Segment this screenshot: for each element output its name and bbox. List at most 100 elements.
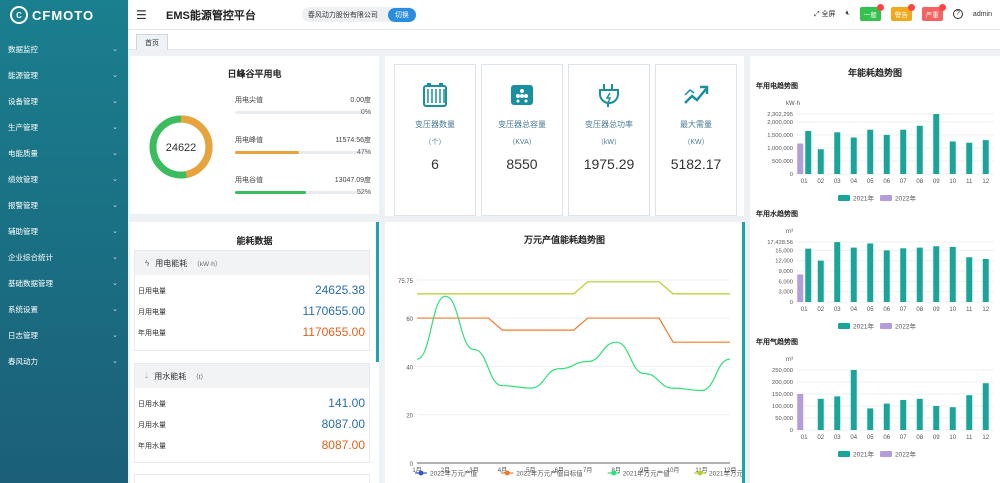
- stat-name: 变压器数量: [415, 120, 455, 129]
- y-tick-label: 12,000: [775, 259, 793, 265]
- bar-2021: [867, 243, 874, 302]
- sidebar-item[interactable]: 辅助管理 ⌄: [0, 218, 128, 244]
- sidebar-item[interactable]: 设备管理 ⌄: [0, 88, 128, 114]
- electric-card: ϟ 用电能耗 （kW·h） 日用电量 24625.38 月用电量 1170655.00…: [134, 250, 370, 351]
- sidebar-item[interactable]: 能源管理 ⌄: [0, 62, 128, 88]
- chevron-down-icon: ⌄: [112, 358, 118, 365]
- bar-2021: [900, 400, 907, 430]
- chevron-down-icon: ⌄: [112, 306, 118, 313]
- x-tick-label: 04: [850, 307, 857, 313]
- y-tick-label: 150,000: [772, 392, 793, 398]
- usage-fill: [235, 191, 306, 194]
- trend-card: 万元产值能耗趋势图 0 20 40 60 75.75 1月 2月 3月 4月 5月 6月 7月 8月 9月…: [385, 222, 744, 483]
- bar-2021: [982, 383, 989, 430]
- notify-dot: [938, 4, 946, 11]
- stat-unit: （kW）: [596, 139, 622, 146]
- yearly-charts: 年用电趋势图 kW·h 0 500,000 1,000,000 1,500,000 2,00…: [756, 81, 994, 459]
- sidebar-item[interactable]: 生产管理 ⌄: [0, 114, 128, 140]
- energy-row-label: 月用电量: [138, 309, 166, 316]
- badge-warning-label: 警告: [894, 12, 908, 19]
- bar-2021: [867, 129, 874, 174]
- sidebar-item-label: 数据监控: [8, 44, 38, 54]
- series-line: [416, 295, 731, 392]
- y-tick-label: 75.75: [398, 279, 414, 285]
- badge-warning[interactable]: 警告: [890, 4, 915, 21]
- chart-unit: m³: [786, 229, 793, 235]
- sidebar-item[interactable]: 企业综合统计 ⌄: [0, 244, 128, 270]
- sidebar-item[interactable]: 春风动力 ⌄: [0, 348, 128, 374]
- bar-2021: [949, 141, 956, 174]
- legend-dot: [504, 470, 510, 476]
- chart-unit: kW·h: [786, 101, 800, 107]
- x-tick-label: 02: [817, 435, 824, 441]
- sidebar-item-label: 春风动力: [8, 356, 38, 366]
- stat-card: 变压器总功率 （kW） 1975.29: [568, 64, 650, 216]
- x-tick-label: 07: [900, 435, 907, 441]
- legend-label: 2021年万元产值: [623, 469, 670, 478]
- x-tick-label: 09: [933, 435, 940, 441]
- electric-header: ϟ 用电能耗 （kW·h）: [135, 251, 369, 275]
- usage-value: 13047.09度: [334, 177, 371, 184]
- legend-dot: [418, 470, 424, 476]
- energy-row: 年用电量 1170655.00: [135, 322, 369, 343]
- sidebar-item[interactable]: 数据监控 ⌄: [0, 36, 128, 62]
- x-tick-label: 08: [916, 435, 923, 441]
- legend-swatch: [838, 195, 850, 201]
- bar-2021: [900, 129, 907, 174]
- legend-dot: [697, 470, 703, 476]
- transformer-icon: [421, 81, 449, 109]
- bar-2021: [949, 246, 956, 302]
- top-header: ☰ EMS能源管控平台 春风动力股份有限公司 切换 ⤢ 全屏 🔇︎ 一般 警告 …: [128, 0, 1000, 30]
- energy-row: 月用电量 1170655.00: [135, 301, 369, 322]
- stat-card: 变压器总容量 （KVA） 8550: [481, 64, 563, 216]
- bar-2022: [797, 143, 804, 174]
- sidebar-item[interactable]: 报警管理 ⌄: [0, 192, 128, 218]
- stat-unit: （KW）: [683, 139, 709, 146]
- x-tick-label: 11: [966, 307, 973, 313]
- bar-2021: [966, 395, 973, 430]
- sidebar-item-label: 基础数据管理: [8, 278, 53, 288]
- x-tick-label: 05: [867, 179, 874, 185]
- energy-row-value: 1170655.00: [302, 304, 365, 318]
- sidebar-item[interactable]: 日志管理 ⌄: [0, 322, 128, 348]
- stat-value: 1975.29: [583, 156, 635, 172]
- legend-label: 2022年: [895, 194, 916, 203]
- bar-2021: [982, 140, 989, 174]
- trend-scrollbar[interactable]: [742, 222, 745, 483]
- sidebar-item[interactable]: 系统设置 ⌄: [0, 296, 128, 322]
- sidebar-item[interactable]: 基础数据管理 ⌄: [0, 270, 128, 296]
- water-unit: （t）: [192, 374, 208, 381]
- x-tick-label: 11: [966, 179, 973, 185]
- x-tick-label: 04: [850, 435, 857, 441]
- x-tick-label: 12: [982, 435, 989, 441]
- company-selector[interactable]: 春风动力股份有限公司 切换: [301, 7, 416, 22]
- energy-scrollbar[interactable]: [376, 222, 379, 362]
- bar-2021: [916, 125, 923, 174]
- user-name[interactable]: admin: [973, 11, 992, 18]
- y-tick-label: 17,428.56: [767, 240, 793, 246]
- tab-home[interactable]: 首页: [136, 34, 168, 50]
- stat-value: 6: [431, 156, 439, 172]
- sidebar-item-label: 设备管理: [8, 96, 38, 106]
- app-title: EMS能源管控平台: [166, 9, 256, 22]
- chevron-down-icon: ⌄: [112, 254, 118, 261]
- fullscreen-icon: ⤢: [813, 11, 820, 18]
- x-tick-label: 06: [883, 179, 890, 185]
- fullscreen-button[interactable]: ⤢ 全屏: [814, 9, 836, 19]
- legend-label: 2022年万元产值: [430, 469, 477, 478]
- bar-2021: [982, 258, 989, 302]
- legend-swatch: [880, 323, 892, 329]
- next-card-peek: [134, 474, 370, 483]
- sidebar-nav: 数据监控 ⌄ 能源管理 ⌄ 设备管理 ⌄ 生产管理 ⌄ 电能质量 ⌄ 绩效管理 ⌄ 报警管理 ⌄ 辅助管理 ⌄…: [0, 36, 128, 374]
- bar-2021: [817, 149, 824, 174]
- mute-icon[interactable]: 🔇︎: [846, 10, 850, 18]
- help-icon[interactable]: ?: [952, 9, 963, 19]
- badge-severe-label: 严重: [925, 12, 939, 19]
- badge-severe[interactable]: 严重: [921, 4, 946, 21]
- logo[interactable]: C CFMOTO: [0, 0, 128, 30]
- badge-general[interactable]: 一般: [859, 4, 884, 21]
- switch-company-button[interactable]: 切换: [387, 7, 416, 22]
- sidebar-item[interactable]: 绩效管理 ⌄: [0, 166, 128, 192]
- sidebar-item[interactable]: 电能质量 ⌄: [0, 140, 128, 166]
- menu-toggle-icon[interactable]: ☰: [136, 8, 152, 22]
